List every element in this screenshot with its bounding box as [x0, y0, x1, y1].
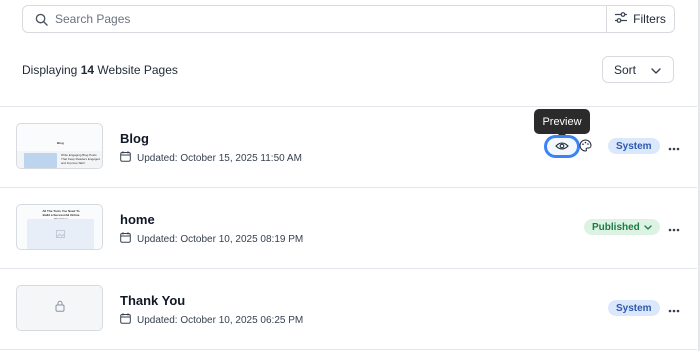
summary-prefix: Displaying: [22, 63, 78, 77]
image-icon: [56, 225, 65, 243]
preview-button[interactable]: [544, 135, 580, 158]
summary-count: 14: [80, 63, 95, 77]
lock-icon: [55, 299, 65, 317]
page-row-home[interactable]: All The Tools You Need To Build a Succes…: [0, 188, 697, 268]
eye-icon: [555, 138, 569, 156]
page-title[interactable]: home: [120, 212, 155, 227]
ellipsis-icon: [668, 219, 680, 237]
status-badge: System: [608, 300, 660, 316]
thumb-caption: Write Engaging Blog Posts That Keep Read…: [61, 153, 100, 165]
page-title[interactable]: Thank You: [120, 293, 185, 308]
updated-text: Updated: October 15, 2025 11:50 AM: [137, 152, 302, 164]
sort-label: Sort: [614, 62, 637, 77]
page-thumbnail[interactable]: All The Tools You Need To Build a Succes…: [16, 204, 103, 250]
calendar-icon: [120, 232, 131, 246]
preview-tooltip: Preview: [534, 109, 590, 134]
search-bar: Filters: [22, 5, 675, 33]
updated-timestamp: Updated: October 10, 2025 08:19 PM: [120, 232, 303, 246]
more-actions-button[interactable]: [666, 220, 682, 236]
page-thumbnail[interactable]: [16, 285, 103, 331]
thumb-heading: Blog: [57, 141, 64, 145]
page-count-summary: Displaying 14 Website Pages: [22, 63, 178, 77]
page-title[interactable]: Blog: [120, 131, 149, 146]
updated-text: Updated: October 10, 2025 08:19 PM: [137, 233, 304, 245]
style-button[interactable]: [579, 139, 593, 153]
ellipsis-icon: [668, 300, 680, 318]
calendar-icon: [120, 151, 131, 165]
thumb-image: [27, 219, 94, 249]
status-badge-label: System: [616, 140, 652, 152]
page-row-thank-you[interactable]: Thank You Updated: October 10, 2025 06:2…: [0, 269, 697, 349]
status-badge-label: System: [616, 302, 652, 314]
updated-text: Updated: October 10, 2025 06:25 PM: [137, 314, 304, 326]
updated-timestamp: Updated: October 10, 2025 06:25 PM: [120, 313, 303, 327]
ellipsis-icon: [668, 138, 680, 156]
page-thumbnail[interactable]: Blog Write Engaging Blog Posts That Keep…: [16, 123, 103, 169]
more-actions-button[interactable]: [666, 301, 682, 317]
status-badge-label: Published: [592, 221, 640, 233]
filters-button[interactable]: Filters: [606, 6, 674, 32]
more-actions-button[interactable]: [666, 139, 682, 155]
sort-dropdown[interactable]: Sort: [602, 56, 674, 83]
status-badge: System: [608, 138, 660, 154]
thumb-image: [24, 153, 57, 168]
updated-timestamp: Updated: October 15, 2025 11:50 AM: [120, 151, 302, 165]
search-input[interactable]: [55, 6, 606, 32]
calendar-icon: [120, 313, 131, 327]
chevron-down-icon: [644, 222, 652, 233]
chevron-down-icon: [651, 63, 661, 77]
summary-suffix: Website Pages: [97, 63, 178, 77]
search-icon: [35, 12, 49, 26]
status-badge-dropdown[interactable]: Published: [584, 219, 660, 235]
palette-icon: [579, 139, 592, 156]
sliders-icon: [615, 12, 628, 26]
filters-label: Filters: [633, 12, 666, 26]
row-divider: [0, 349, 697, 350]
